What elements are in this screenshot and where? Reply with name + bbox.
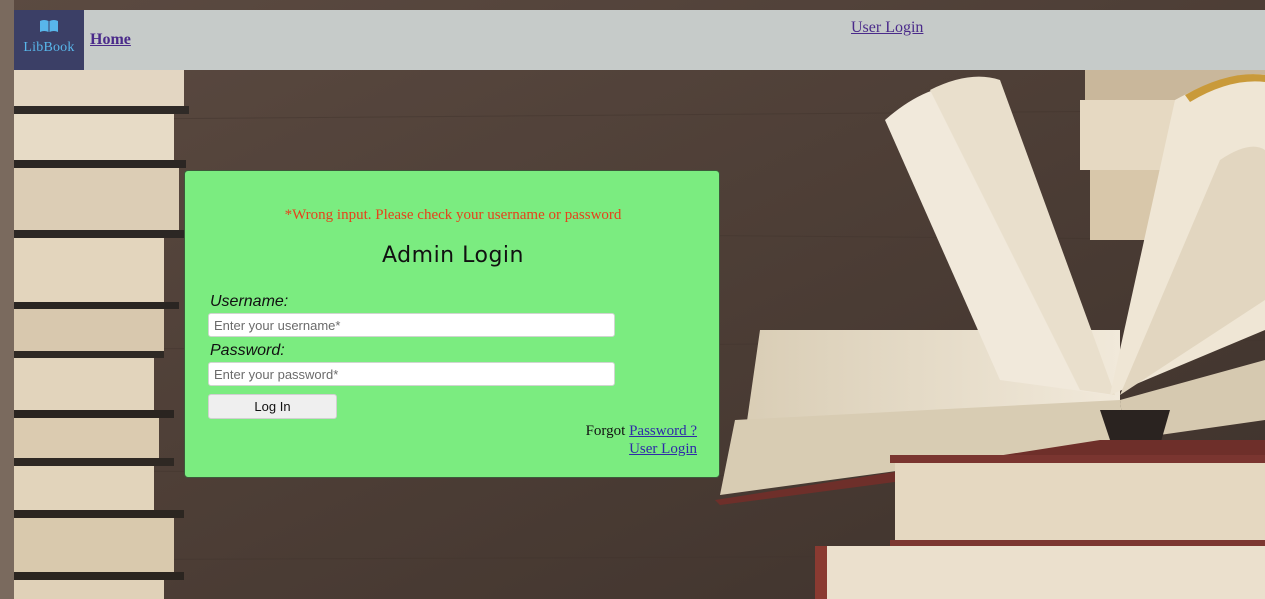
- book-icon: [40, 20, 58, 32]
- logo-text: LibBook: [23, 40, 75, 55]
- username-input[interactable]: [208, 313, 615, 337]
- forgot-password-link[interactable]: Password ?: [629, 423, 697, 439]
- forgot-prefix-text: Forgot: [585, 423, 626, 439]
- page-title: Admin Login: [382, 243, 524, 268]
- username-label: Username:: [210, 293, 289, 310]
- password-input[interactable]: [208, 362, 615, 386]
- top-navbar: LibBook Home User Login: [14, 10, 1265, 70]
- user-login-link[interactable]: User Login: [629, 441, 697, 458]
- admin-login-card: *Wrong input. Please check your username…: [184, 170, 720, 478]
- error-message: *Wrong input. Please check your username…: [284, 207, 622, 223]
- forgot-password-line: Forgot Password ?: [586, 423, 697, 440]
- login-button[interactable]: Log In: [208, 394, 337, 419]
- nav-home-link[interactable]: Home: [90, 31, 131, 49]
- password-label: Password:: [210, 342, 285, 359]
- logo[interactable]: LibBook: [14, 10, 84, 70]
- nav-user-login-link[interactable]: User Login: [851, 19, 923, 37]
